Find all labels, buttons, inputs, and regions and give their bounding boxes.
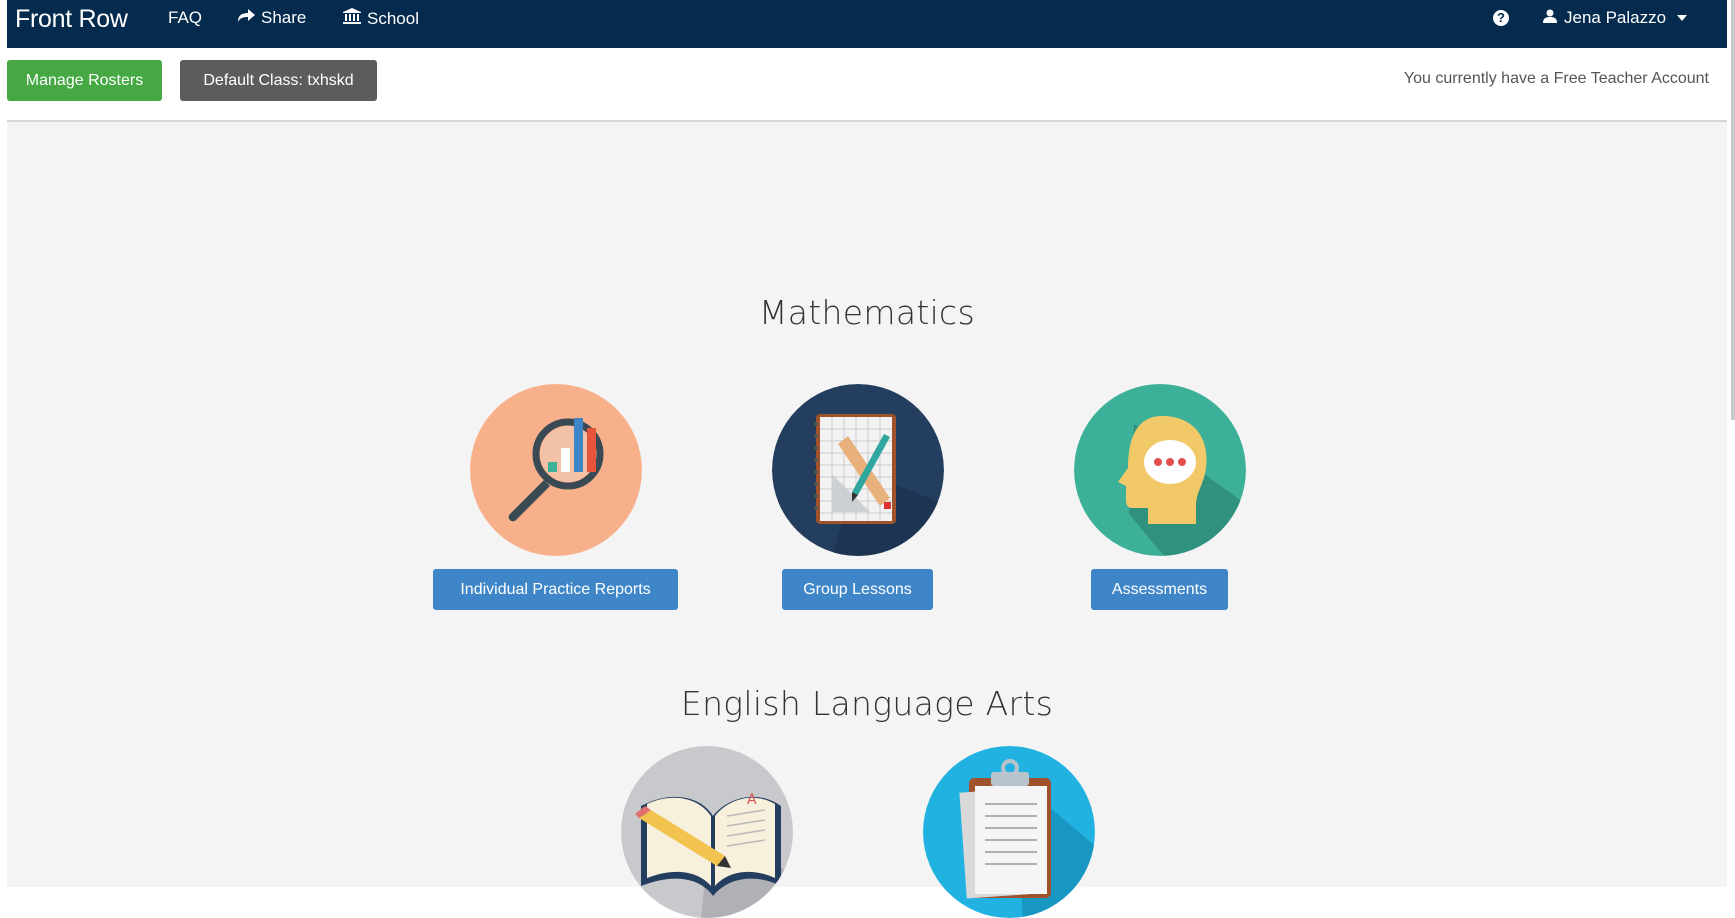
top-navbar: Front Row FAQ Share School ? Jena Palazz… — [7, 0, 1727, 48]
open-book-pencil-icon[interactable]: A — [621, 746, 793, 918]
brand-logo[interactable]: Front Row — [15, 5, 128, 34]
toolbar: Manage Rosters Default Class: txhskd You… — [7, 48, 1727, 122]
institution-icon — [343, 8, 361, 29]
main-content: Mathematics Individual Practice Reports — [7, 122, 1727, 918]
group-lessons-button[interactable]: Group Lessons — [782, 569, 933, 610]
svg-text:A: A — [747, 792, 757, 808]
caret-down-icon — [1677, 15, 1688, 21]
ela-heading: English Language Arts — [680, 684, 1054, 723]
default-class-button[interactable]: Default Class: txhskd — [180, 60, 377, 101]
question-circle-icon[interactable]: ? — [1493, 10, 1509, 26]
head-thought-icon[interactable] — [1074, 384, 1246, 556]
user-menu[interactable]: Jena Palazzo — [1543, 8, 1688, 28]
account-status-text: You currently have a Free Teacher Accoun… — [1403, 70, 1709, 87]
nav-school-label: School — [367, 8, 419, 28]
window-frame-right — [1727, 0, 1735, 887]
nav-share-link[interactable]: Share — [237, 8, 306, 28]
notebook-ruler-icon[interactable] — [772, 384, 944, 556]
nav-school-link[interactable]: School — [343, 8, 419, 29]
mathematics-heading: Mathematics — [759, 293, 975, 332]
nav-share-label: Share — [261, 8, 307, 27]
manage-rosters-button[interactable]: Manage Rosters — [7, 60, 162, 101]
user-icon — [1543, 8, 1557, 28]
assessments-button[interactable]: Assessments — [1091, 569, 1228, 610]
share-icon — [237, 8, 255, 28]
clipboard-icon[interactable] — [923, 746, 1095, 918]
nav-faq-label: FAQ — [168, 8, 203, 27]
report-magnifier-icon[interactable] — [470, 384, 642, 556]
scrollbar-thumb[interactable] — [1731, 0, 1735, 420]
individual-practice-reports-button[interactable]: Individual Practice Reports — [433, 569, 678, 610]
user-name: Jena Palazzo — [1564, 8, 1667, 27]
nav-faq-link[interactable]: FAQ — [168, 8, 202, 28]
window-frame-left — [0, 0, 7, 887]
